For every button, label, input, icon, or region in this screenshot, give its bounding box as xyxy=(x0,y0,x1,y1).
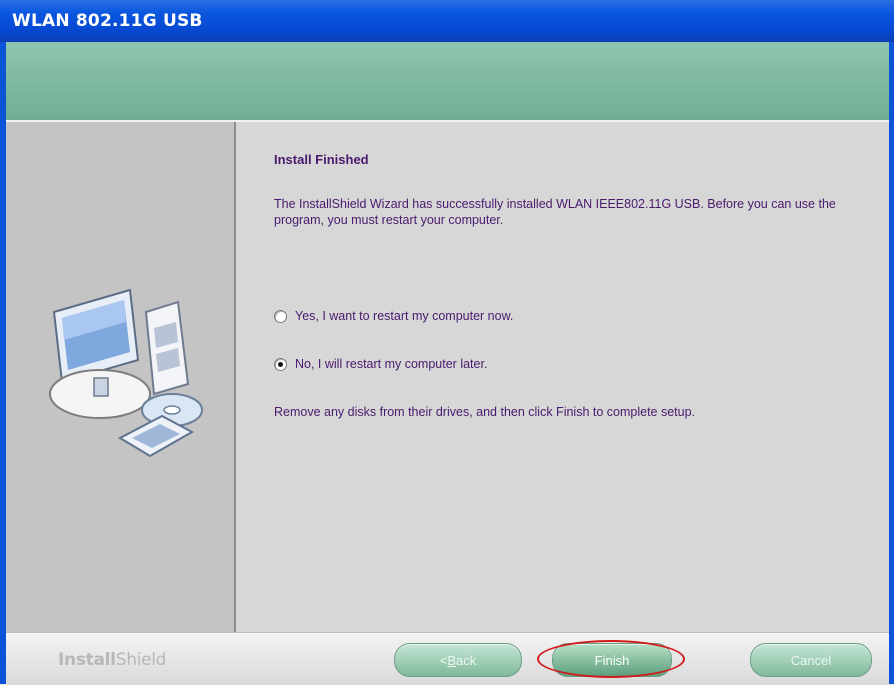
wizard-content: Install Finished The InstallShield Wizar… xyxy=(6,120,889,634)
header-banner xyxy=(6,42,889,120)
title-bar[interactable]: WLAN 802.11G USB xyxy=(0,0,894,42)
restart-later-radio[interactable] xyxy=(274,357,287,371)
restart-later-option[interactable]: No, I will restart my computer later. xyxy=(274,357,487,371)
installer-window: WLAN 802.11G USB Install Finished The In… xyxy=(0,0,894,685)
restart-now-option[interactable]: Yes, I want to restart my computer now. xyxy=(274,309,513,323)
page-title: Install Finished xyxy=(274,152,369,167)
back-rest: ack xyxy=(456,652,477,668)
finish-highlight-ellipse xyxy=(537,640,685,678)
restart-now-radio[interactable] xyxy=(274,309,287,323)
brand-light: Shield xyxy=(115,650,167,670)
main-panel: Install Finished The InstallShield Wizar… xyxy=(242,122,889,634)
back-mnemonic: B xyxy=(447,652,457,668)
brand-bold: Install xyxy=(58,650,116,670)
back-button[interactable]: < Back xyxy=(394,643,522,677)
footer-bar: InstallShield < Back Finish Cancel xyxy=(6,632,889,685)
window-title: WLAN 802.11G USB xyxy=(12,11,203,31)
cancel-label: Cancel xyxy=(790,652,832,668)
side-panel xyxy=(6,122,236,634)
cancel-button[interactable]: Cancel xyxy=(750,643,872,677)
installshield-logo: InstallShield xyxy=(58,650,166,670)
intro-text: The InstallShield Wizard has successfull… xyxy=(274,197,836,227)
computer-icon xyxy=(49,288,203,458)
finish-note: Remove any disks from their drives, and … xyxy=(274,405,696,419)
window-frame-right xyxy=(889,42,894,684)
restart-later-label: No, I will restart my computer later. xyxy=(295,357,488,371)
back-prefix: < xyxy=(439,652,448,668)
restart-now-label: Yes, I want to restart my computer now. xyxy=(295,309,514,323)
